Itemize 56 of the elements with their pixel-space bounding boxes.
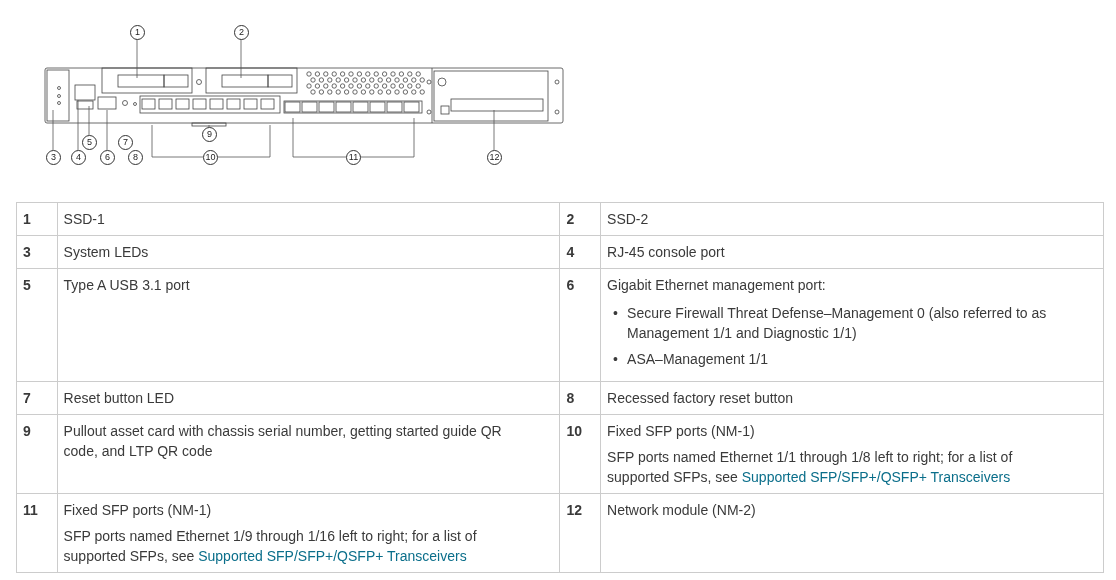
- item-number: 10: [559, 414, 601, 494]
- callout-number: 1: [130, 25, 145, 40]
- item-label: System LEDs: [63, 243, 150, 262]
- transceivers-link[interactable]: Supported SFP/SFP+/QSFP+ Transceivers: [741, 469, 1011, 485]
- item-number: 5: [16, 268, 58, 382]
- callout-number: 5: [82, 135, 97, 150]
- item-number: 8: [559, 381, 601, 415]
- item-label: Network module (NM-2): [607, 501, 757, 520]
- item-label: Reset button LED: [63, 389, 176, 408]
- bullet-item: Secure Firewall Threat Defense–Management 0 (also referred to as Management 1/1 and Diagnostic 1/1): [627, 304, 1048, 343]
- leader-line: [136, 38, 138, 79]
- item-number: 3: [16, 235, 58, 269]
- item-label: RJ-45 console port: [607, 243, 726, 262]
- bullet-item: ASA–Management 1/1: [627, 350, 768, 369]
- bullet-marker: •: [613, 304, 619, 323]
- item-detail: SFP ports named Ethernet 1/9 through 1/16 left to right; for a list of supported SFPs, see Supported SFP/SFP+/QSFP+ Transceivers: [63, 527, 478, 566]
- item-number: 12: [559, 493, 601, 573]
- leader-line: [88, 105, 90, 136]
- leader-line: [359, 117, 415, 158]
- transceivers-link[interactable]: Supported SFP/SFP+/QSFP+ Transceivers: [198, 548, 467, 564]
- leader-line: [151, 124, 204, 158]
- item-number: 9: [16, 414, 58, 494]
- item-number: 1: [16, 202, 58, 236]
- callout-number: 7: [118, 135, 133, 150]
- item-number: 6: [559, 268, 601, 382]
- leader-line: [216, 124, 271, 158]
- item-label: Fixed SFP ports (NM-1): [63, 501, 213, 520]
- item-label: Recessed factory reset button: [607, 389, 795, 408]
- item-label: Type A USB 3.1 port: [63, 276, 191, 295]
- leader-line: [240, 38, 242, 79]
- callout-number: 4: [71, 150, 86, 165]
- leader-line: [77, 99, 79, 151]
- callout-number: 9: [202, 127, 217, 142]
- callout-number: 11: [346, 150, 361, 165]
- item-label: SSD-2: [607, 210, 650, 229]
- callout-number: 8: [128, 150, 143, 165]
- item-detail: SFP ports named Ethernet 1/1 through 1/8 left to right; for a list of supported SFPs, see Supported SFP/SFP+/QSFP+ Transceivers: [607, 448, 1014, 487]
- callout-number: 2: [234, 25, 249, 40]
- item-number: 11: [16, 493, 58, 573]
- item-label: Pullout asset card with chassis serial number, getting started guide QR code, and LTP QR code: [63, 422, 503, 461]
- leader-line: [208, 124, 210, 128]
- leader-line: [493, 109, 495, 151]
- item-number: 4: [559, 235, 601, 269]
- leader-line: [106, 109, 108, 151]
- item-label: Gigabit Ethernet management port:: [607, 276, 827, 295]
- bullet-marker: •: [613, 350, 619, 369]
- item-label: Fixed SFP ports (NM-1): [607, 422, 756, 441]
- item-number: 2: [559, 202, 601, 236]
- callout-number: 10: [203, 150, 218, 165]
- callout-number: 3: [46, 150, 61, 165]
- item-number: 7: [16, 381, 58, 415]
- callout-number: 12: [487, 150, 502, 165]
- leader-line: [292, 117, 347, 158]
- leader-line: [52, 109, 54, 151]
- item-label: SSD-1: [63, 210, 106, 229]
- callout-number: 6: [100, 150, 115, 165]
